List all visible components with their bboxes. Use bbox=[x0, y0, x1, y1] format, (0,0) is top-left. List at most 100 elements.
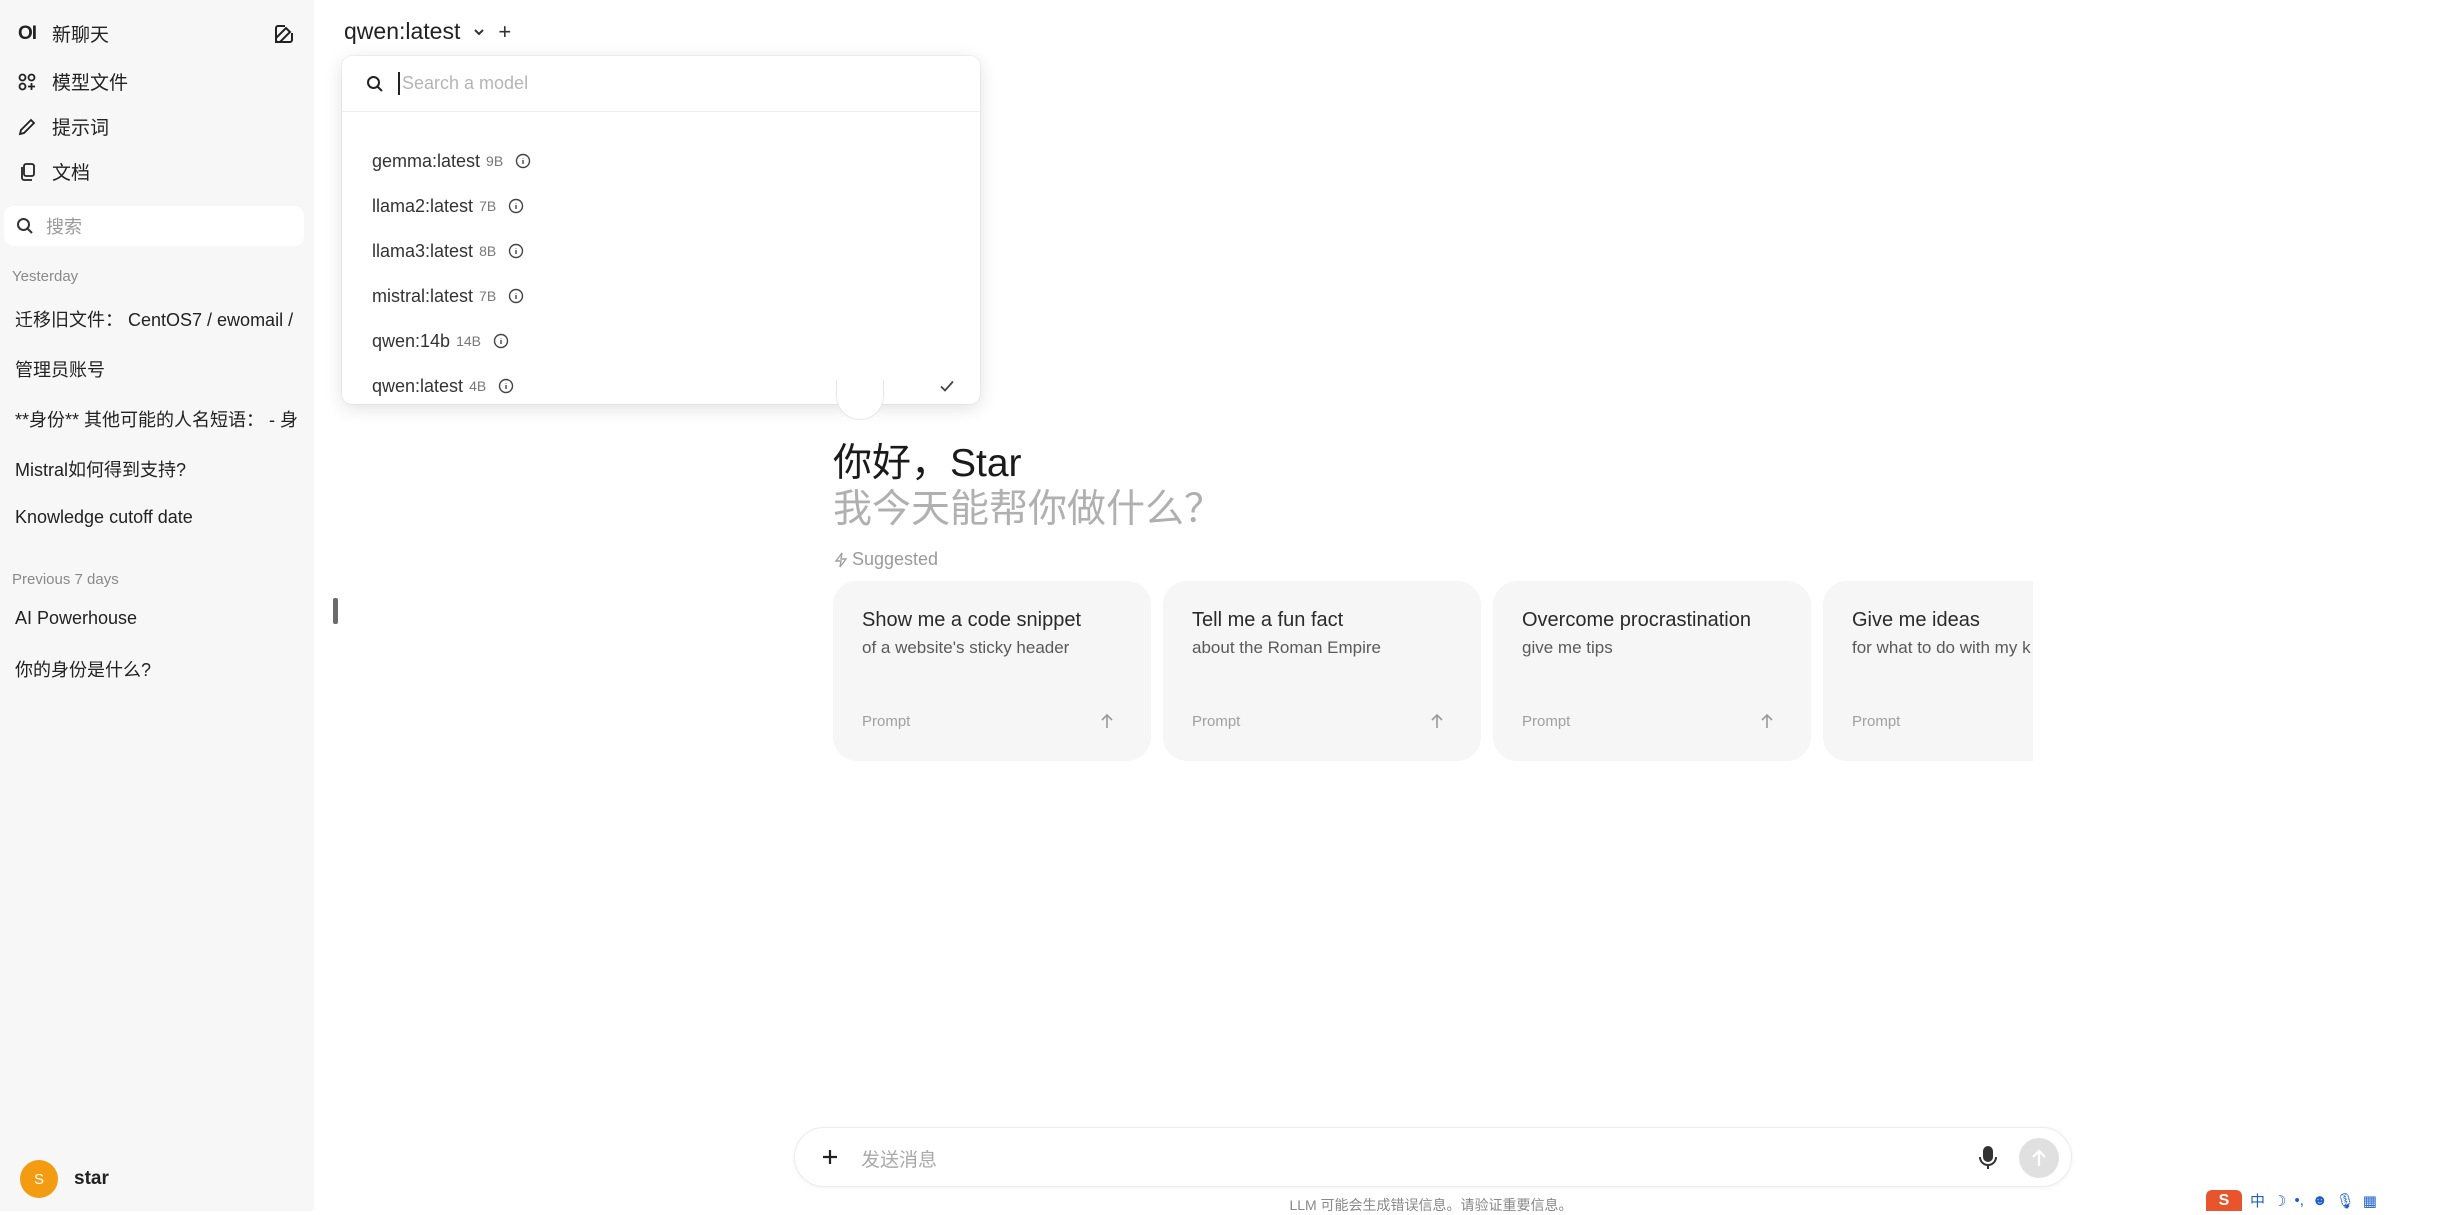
ime-logo[interactable]: S bbox=[2206, 1190, 2242, 1211]
chat-list-item[interactable]: 你的身份是什么? bbox=[15, 656, 305, 682]
new-chat-row[interactable]: OI 新聊天 bbox=[14, 20, 302, 47]
info-icon[interactable] bbox=[508, 288, 524, 304]
add-model-button[interactable]: + bbox=[498, 19, 511, 45]
ime-language-toggle[interactable]: 中 bbox=[2250, 1190, 2265, 1211]
keyboard-icon[interactable]: ▦ bbox=[2363, 1192, 2377, 1210]
suggestion-card[interactable]: Show me a code snippet of a website's st… bbox=[833, 581, 1151, 761]
arrow-up-icon bbox=[1759, 712, 1775, 730]
model-size: 9B bbox=[486, 153, 504, 169]
chat-list-item[interactable]: Mistral如何得到支持? bbox=[15, 456, 305, 482]
card-prompt-label: Prompt bbox=[1192, 713, 1241, 730]
suggested-heading: Suggested bbox=[834, 549, 938, 570]
chat-list-item[interactable]: Knowledge cutoff date bbox=[15, 507, 305, 528]
info-icon[interactable] bbox=[498, 378, 514, 394]
user-name: star bbox=[74, 1168, 109, 1189]
info-icon[interactable] bbox=[508, 198, 524, 214]
new-chat-edit-icon[interactable] bbox=[272, 22, 296, 46]
model-search bbox=[342, 56, 980, 112]
chat-list-item[interactable]: **身份** 其他可能的人名短语： - 身 bbox=[15, 406, 305, 432]
search-icon bbox=[16, 217, 34, 235]
chat-list-item[interactable]: AI Powerhouse bbox=[15, 608, 305, 629]
microphone-icon[interactable] bbox=[1977, 1145, 1999, 1171]
model-option-mistral[interactable]: mistral:latest 7B bbox=[372, 281, 960, 311]
sidebar: OI 新聊天 模型文件 提示词 文档 搜索 Yesterday 迁移旧文件： C… bbox=[0, 0, 314, 1211]
model-search-input[interactable] bbox=[398, 72, 938, 95]
card-title: Show me a code snippet bbox=[862, 609, 1082, 631]
card-subtitle: of a website's sticky header bbox=[862, 638, 1070, 657]
suggested-label: Suggested bbox=[852, 549, 939, 569]
message-input[interactable]: 发送消息 bbox=[861, 1128, 937, 1188]
documents-icon bbox=[14, 159, 40, 185]
pencil-icon bbox=[14, 114, 40, 140]
sidebar-resize-handle[interactable] bbox=[333, 598, 338, 624]
card-subtitle: about the Roman Empire bbox=[1192, 638, 1381, 657]
message-composer: 发送消息 bbox=[794, 1127, 2072, 1187]
model-name: gemma:latest bbox=[372, 150, 481, 171]
avatar: S bbox=[20, 1160, 58, 1198]
model-size: 7B bbox=[479, 288, 497, 304]
model-selector[interactable]: qwen:latest + bbox=[344, 18, 511, 45]
emoji-icon[interactable]: ☻ bbox=[2312, 1192, 2328, 1209]
suggestion-card[interactable]: Tell me a fun fact about the Roman Empir… bbox=[1163, 581, 1481, 761]
suggestion-cards: Show me a code snippet of a website's st… bbox=[833, 581, 2033, 761]
chat-list-item[interactable]: 管理员账号 bbox=[15, 356, 305, 382]
model-size: 8B bbox=[479, 243, 497, 259]
card-subtitle: for what to do with my k bbox=[1852, 638, 2031, 657]
info-icon[interactable] bbox=[515, 153, 531, 169]
info-icon[interactable] bbox=[508, 243, 524, 259]
model-option-gemma[interactable]: gemma:latest 9B bbox=[372, 146, 960, 176]
ime-tray: S 中 ☽ •, ☻ 🎙 ▦ bbox=[2206, 1190, 2443, 1211]
model-option-qwen14b[interactable]: qwen:14b 14B bbox=[372, 326, 960, 356]
sidebar-item-label: 模型文件 bbox=[52, 73, 129, 94]
apps-icon bbox=[14, 69, 40, 95]
greeting-subtitle: 我今天能帮你做什么？ bbox=[833, 488, 1224, 531]
model-avatar bbox=[836, 380, 884, 420]
user-menu[interactable]: S star bbox=[20, 1160, 109, 1198]
card-title: Give me ideas bbox=[1852, 609, 1980, 631]
sidebar-search-input[interactable]: 搜索 bbox=[4, 206, 304, 246]
chevron-down-icon bbox=[472, 25, 486, 39]
search-placeholder: 搜索 bbox=[46, 217, 82, 237]
model-selector-label: qwen:latest bbox=[344, 18, 461, 44]
model-size: 4B bbox=[469, 378, 487, 394]
sidebar-item-prompts[interactable]: 提示词 bbox=[14, 113, 302, 140]
arrow-up-icon bbox=[1429, 712, 1445, 730]
arrow-up-icon bbox=[1099, 712, 1115, 730]
microphone-icon[interactable]: 🎙 bbox=[2336, 1192, 2355, 1210]
suggestion-card[interactable]: Give me ideas for what to do with my k P… bbox=[1823, 581, 2033, 761]
new-chat-label[interactable]: 新聊天 bbox=[52, 20, 109, 47]
model-size: 7B bbox=[479, 198, 497, 214]
model-option-llama2[interactable]: llama2:latest 7B bbox=[372, 191, 960, 221]
sidebar-item-label: 文档 bbox=[52, 163, 91, 184]
model-option-llama3[interactable]: llama3:latest 8B bbox=[372, 236, 960, 266]
card-title: Overcome procrastination bbox=[1522, 609, 1751, 631]
search-icon bbox=[366, 75, 384, 93]
section-label: Previous 7 days bbox=[12, 571, 119, 588]
model-size: 14B bbox=[456, 333, 481, 349]
card-prompt-label: Prompt bbox=[862, 713, 911, 730]
punctuation-icon[interactable]: •, bbox=[2294, 1192, 2303, 1209]
card-subtitle: give me tips bbox=[1522, 638, 1613, 657]
card-prompt-label: Prompt bbox=[1522, 713, 1571, 730]
sidebar-item-documents[interactable]: 文档 bbox=[14, 158, 302, 185]
checkmark-icon bbox=[938, 377, 956, 395]
disclaimer: LLM 可能会生成错误信息。请验证重要信息。 bbox=[1289, 1197, 1573, 1213]
chat-list-item[interactable]: 迁移旧文件： CentOS7 / ewomail / bbox=[15, 306, 305, 332]
app-logo: OI bbox=[17, 22, 37, 44]
sidebar-item-label: 提示词 bbox=[52, 118, 110, 139]
model-name: llama3:latest bbox=[372, 240, 474, 261]
suggestion-card[interactable]: Overcome procrastination give me tips Pr… bbox=[1493, 581, 1811, 761]
model-name: mistral:latest bbox=[372, 285, 474, 306]
send-button[interactable] bbox=[2019, 1138, 2059, 1178]
sidebar-item-modelfiles[interactable]: 模型文件 bbox=[14, 68, 302, 95]
model-name: qwen:latest bbox=[372, 375, 464, 396]
info-icon[interactable] bbox=[493, 333, 509, 349]
card-title: Tell me a fun fact bbox=[1192, 609, 1344, 631]
card-prompt-label: Prompt bbox=[1852, 713, 1901, 730]
plus-icon[interactable] bbox=[817, 1144, 843, 1170]
moon-icon[interactable]: ☽ bbox=[2273, 1192, 2286, 1210]
model-name: qwen:14b bbox=[372, 330, 451, 351]
model-dropdown: gemma:latest 9B llama2:latest 7B llama3:… bbox=[342, 56, 980, 404]
arrow-up-icon bbox=[2032, 1149, 2046, 1166]
bolt-icon bbox=[834, 552, 848, 568]
